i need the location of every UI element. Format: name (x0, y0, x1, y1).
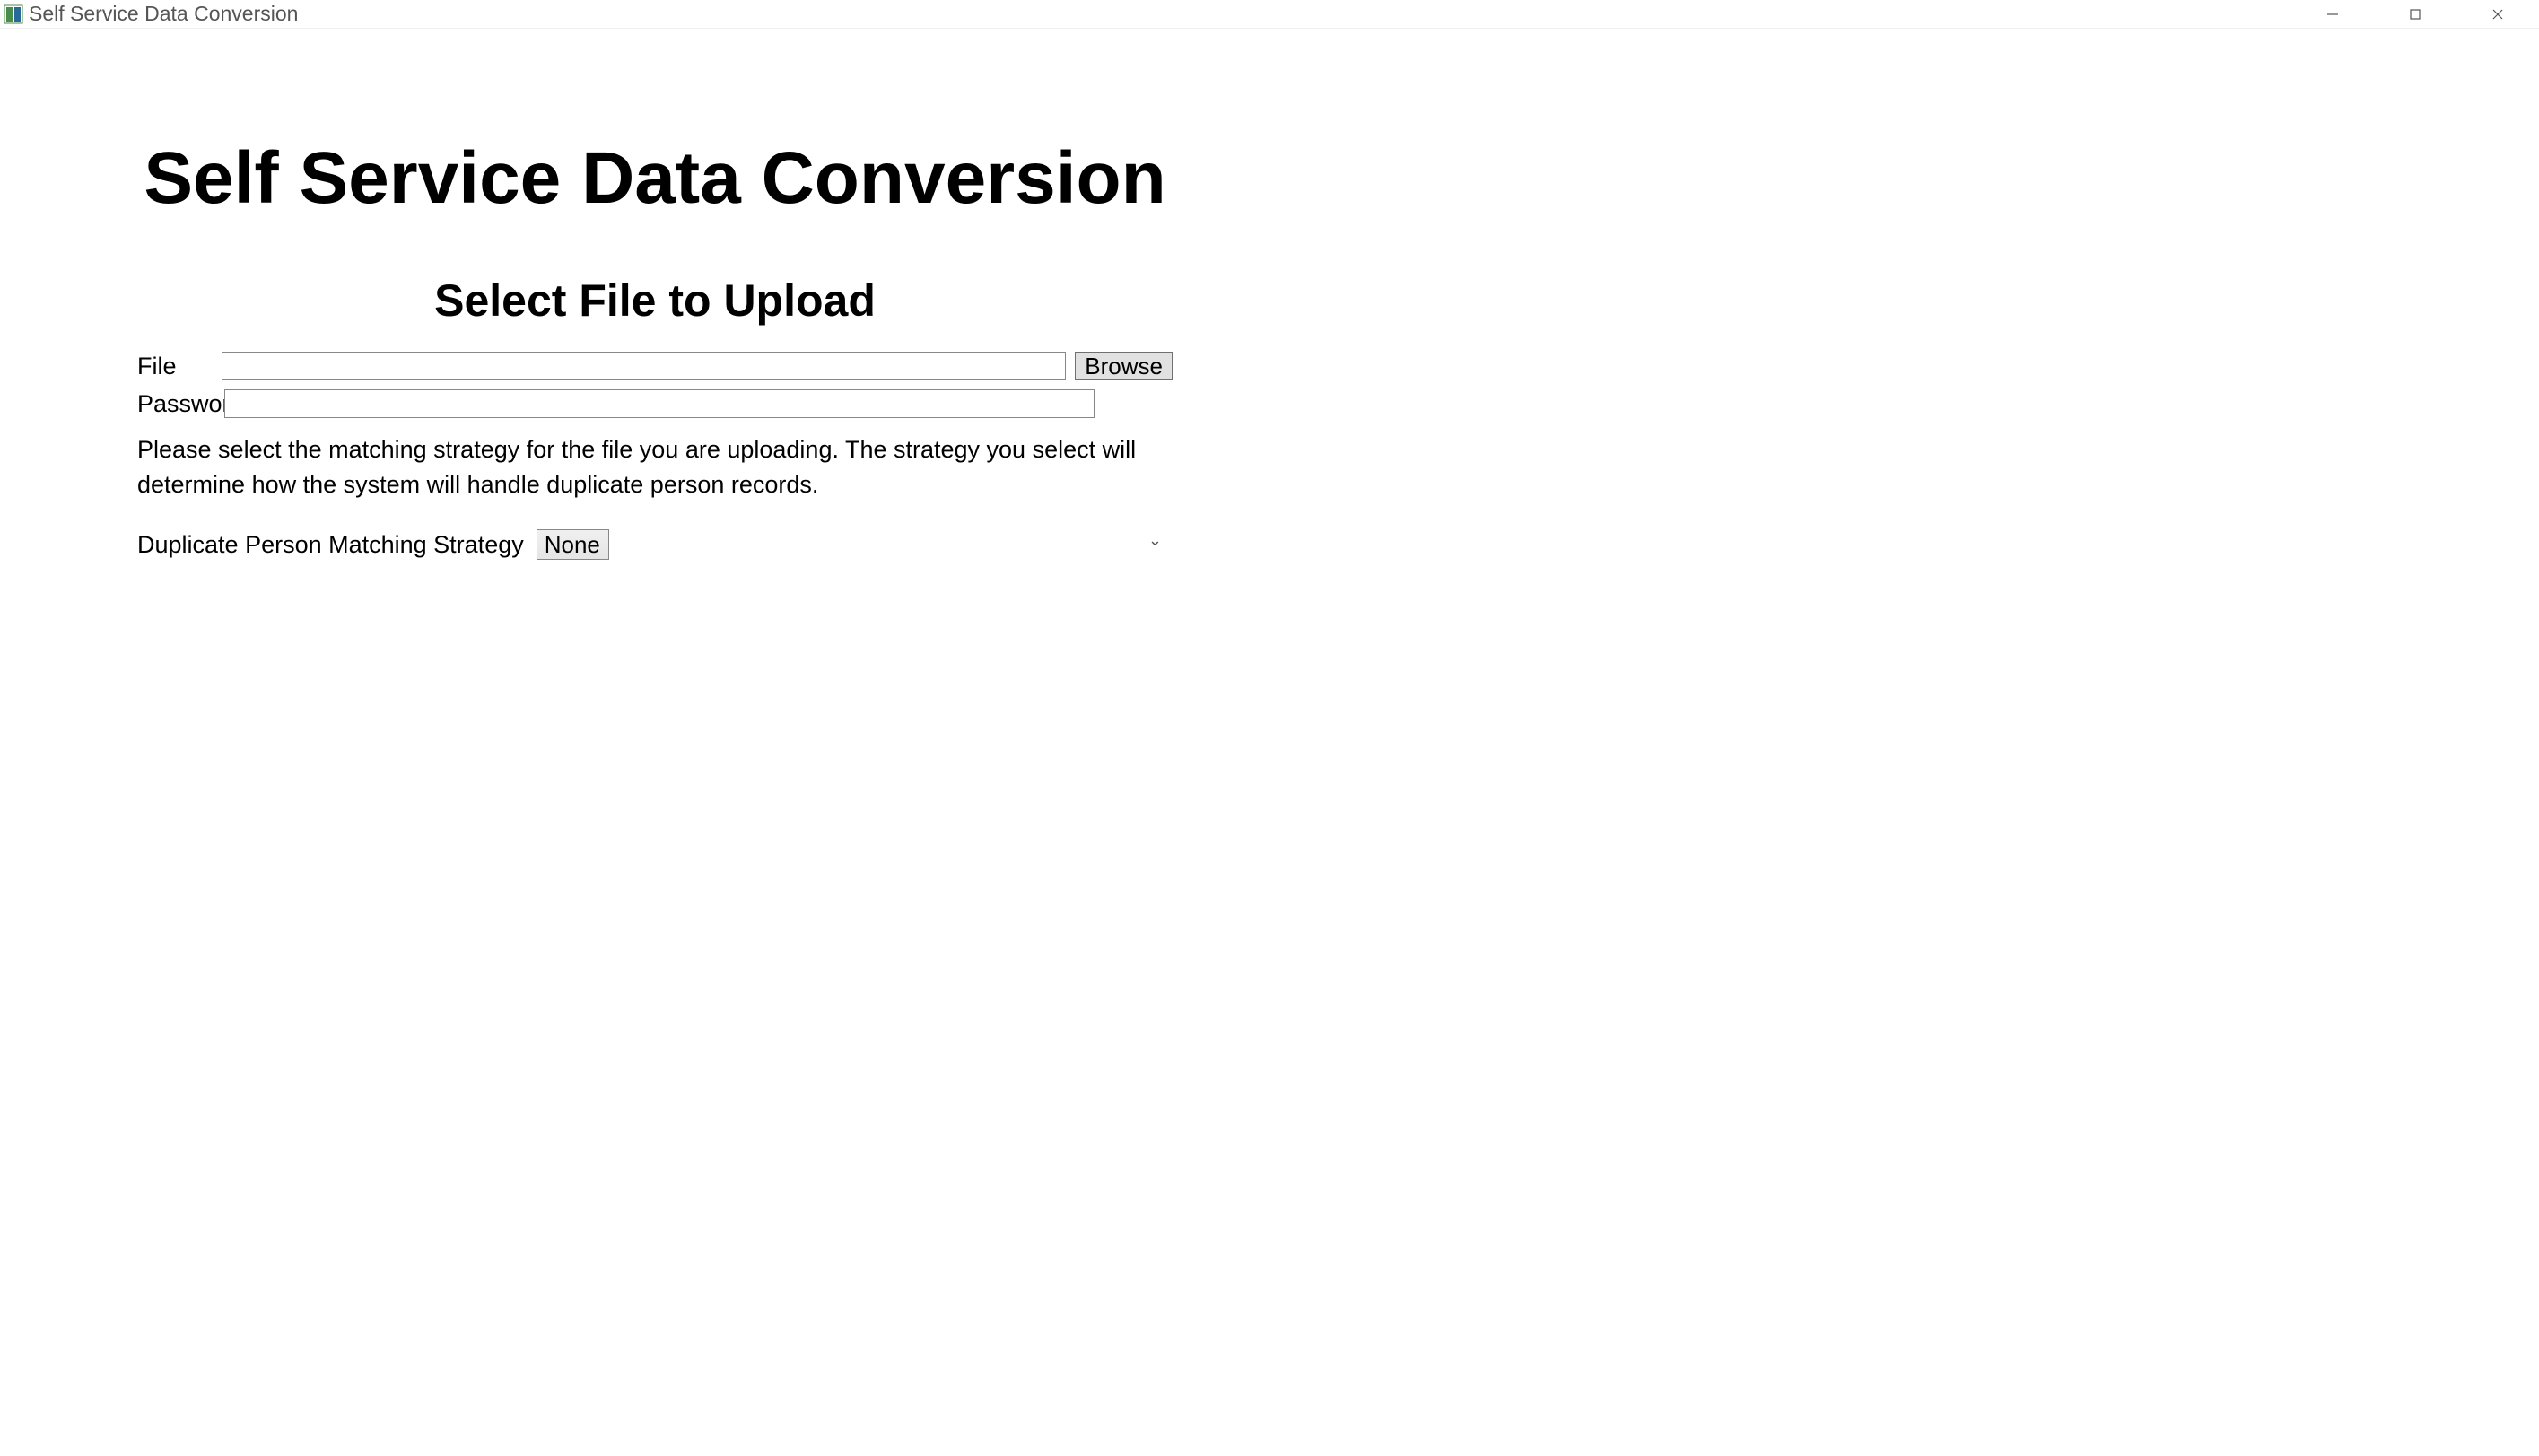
titlebar-left: Self Service Data Conversion (4, 2, 298, 26)
password-input[interactable] (224, 389, 1095, 418)
strategy-select-wrapper: None (537, 529, 1173, 560)
strategy-row: Duplicate Person Matching Strategy None (137, 529, 1173, 560)
file-label: File (137, 353, 213, 380)
window-title: Self Service Data Conversion (29, 2, 298, 26)
browse-button[interactable]: Browse (1075, 352, 1173, 380)
file-input-wrapper (222, 352, 1066, 380)
section-title: Select File to Upload (137, 275, 1173, 327)
strategy-select[interactable]: None (537, 529, 609, 560)
page-title: Self Service Data Conversion (137, 136, 1173, 221)
close-button[interactable] (2456, 0, 2539, 29)
file-input[interactable] (222, 352, 1066, 380)
password-row: Password (137, 389, 1173, 418)
content-area: Self Service Data Conversion Select File… (0, 29, 1310, 560)
app-icon (4, 4, 23, 24)
titlebar: Self Service Data Conversion (0, 0, 2539, 29)
maximize-button[interactable] (2374, 0, 2456, 29)
minimize-button[interactable] (2291, 0, 2374, 29)
helper-text: Please select the matching strategy for … (137, 432, 1173, 502)
password-label: Password (137, 390, 215, 418)
password-input-wrapper (224, 389, 1095, 418)
file-row: File Browse (137, 352, 1173, 380)
window-controls (2291, 0, 2539, 28)
strategy-label: Duplicate Person Matching Strategy (137, 531, 524, 559)
